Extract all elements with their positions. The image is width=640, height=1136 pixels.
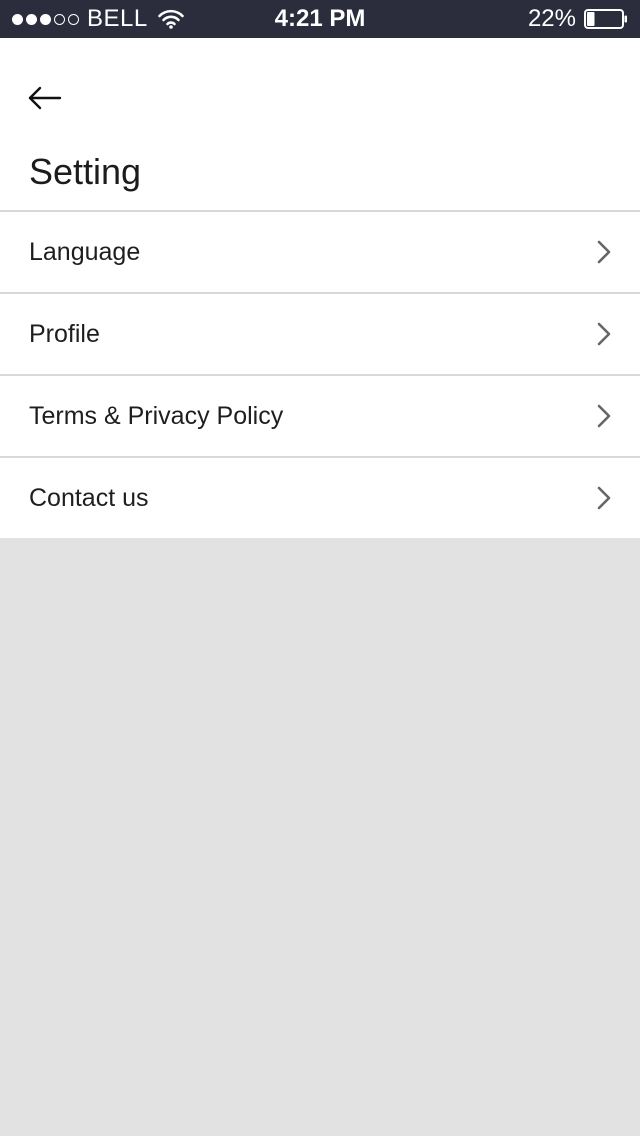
status-left: BELL [12,0,184,38]
settings-item-contact-us[interactable]: Contact us [0,458,640,538]
settings-item-label: Profile [29,319,100,348]
signal-strength-icon [12,13,79,25]
status-bar: BELL 4:21 PM 22% [0,0,640,38]
signal-dot [68,13,79,25]
settings-item-label: Terms & Privacy Policy [29,401,284,430]
arrow-left-icon [28,86,62,110]
settings-item-label: Contact us [29,483,149,512]
page-header: Setting [0,38,640,212]
status-right: 22% [528,0,628,38]
battery-fill [587,12,595,26]
signal-dot [54,13,65,25]
battery-icon [584,9,627,29]
back-button[interactable] [22,78,68,118]
signal-dot [40,13,51,25]
signal-dot [26,13,37,25]
settings-item-profile[interactable]: Profile [0,294,640,376]
settings-item-language[interactable]: Language [0,212,640,294]
chevron-right-icon [597,486,611,510]
chevron-right-icon [597,240,611,264]
chevron-right-icon [597,322,611,346]
chevron-right-icon [597,404,611,428]
settings-item-label: Language [29,237,141,266]
settings-item-terms-privacy[interactable]: Terms & Privacy Policy [0,376,640,458]
signal-dot [12,13,23,25]
page-title: Setting [29,151,142,192]
settings-list: Language Profile Terms & Privacy Policy … [0,212,640,538]
wifi-icon [157,9,184,29]
battery-percent: 22% [527,5,576,32]
settings-screen: BELL 4:21 PM 22% Setting Language Profil… [0,0,640,1136]
carrier-name: BELL [87,5,148,32]
